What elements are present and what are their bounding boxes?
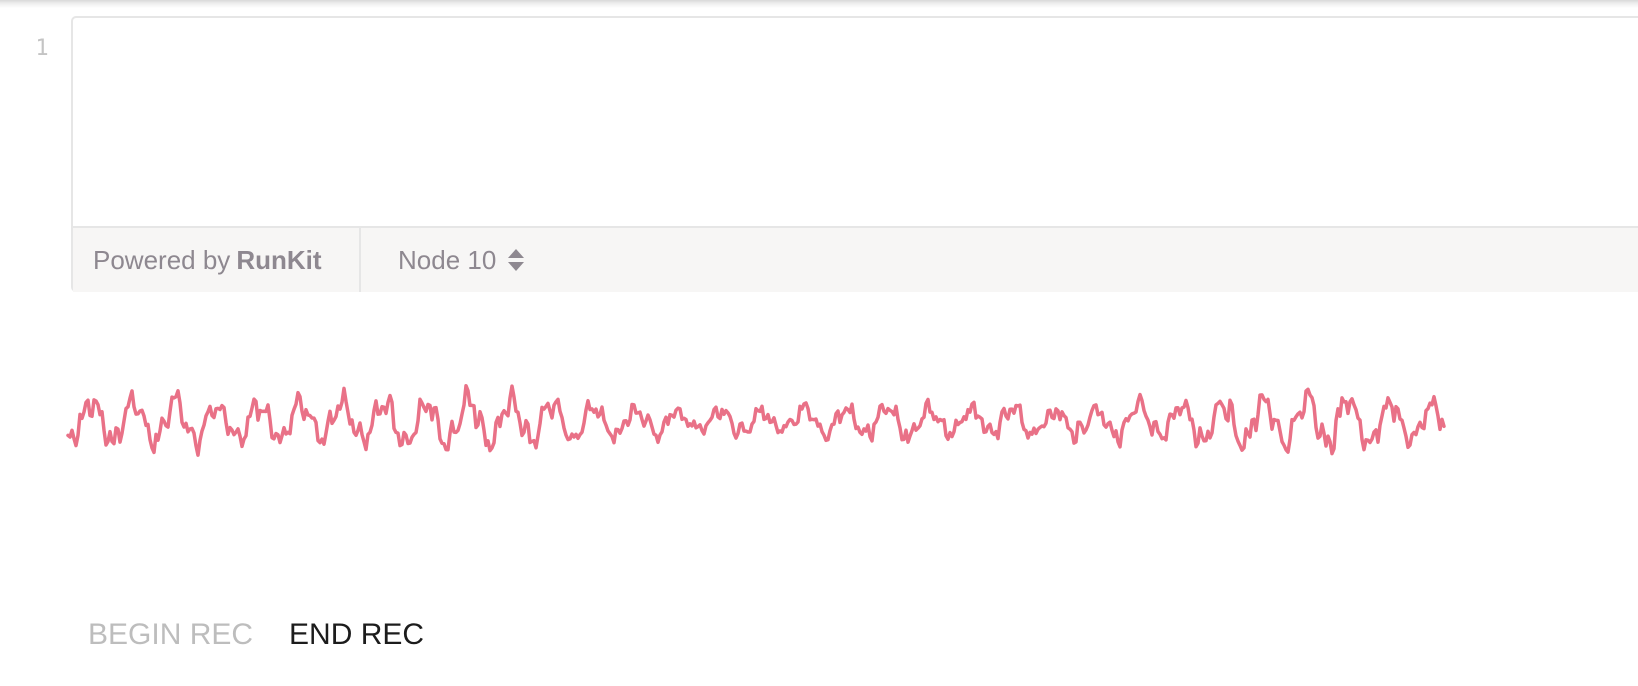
- waveform-line: [66, 383, 1446, 457]
- recording-controls: BEGIN REC END REC: [88, 618, 424, 652]
- code-editor[interactable]: [73, 18, 1638, 226]
- node-version-label: Node 10: [398, 244, 497, 275]
- powered-by-prefix: Powered by: [93, 244, 231, 275]
- audio-waveform: [66, 383, 1446, 457]
- powered-by-link[interactable]: Powered by RunKit: [73, 228, 361, 292]
- begin-rec-button[interactable]: BEGIN REC: [88, 618, 253, 652]
- embed-footer: Powered by RunKit Node 10: [73, 226, 1638, 292]
- runkit-embed: Powered by RunKit Node 10: [71, 16, 1638, 292]
- top-shadow: [0, 0, 1638, 8]
- runkit-brand: RunKit: [236, 244, 322, 275]
- sort-icon: [508, 247, 525, 273]
- node-version-select[interactable]: Node 10: [398, 228, 525, 292]
- line-number: 1: [35, 36, 49, 61]
- end-rec-button[interactable]: END REC: [289, 618, 424, 652]
